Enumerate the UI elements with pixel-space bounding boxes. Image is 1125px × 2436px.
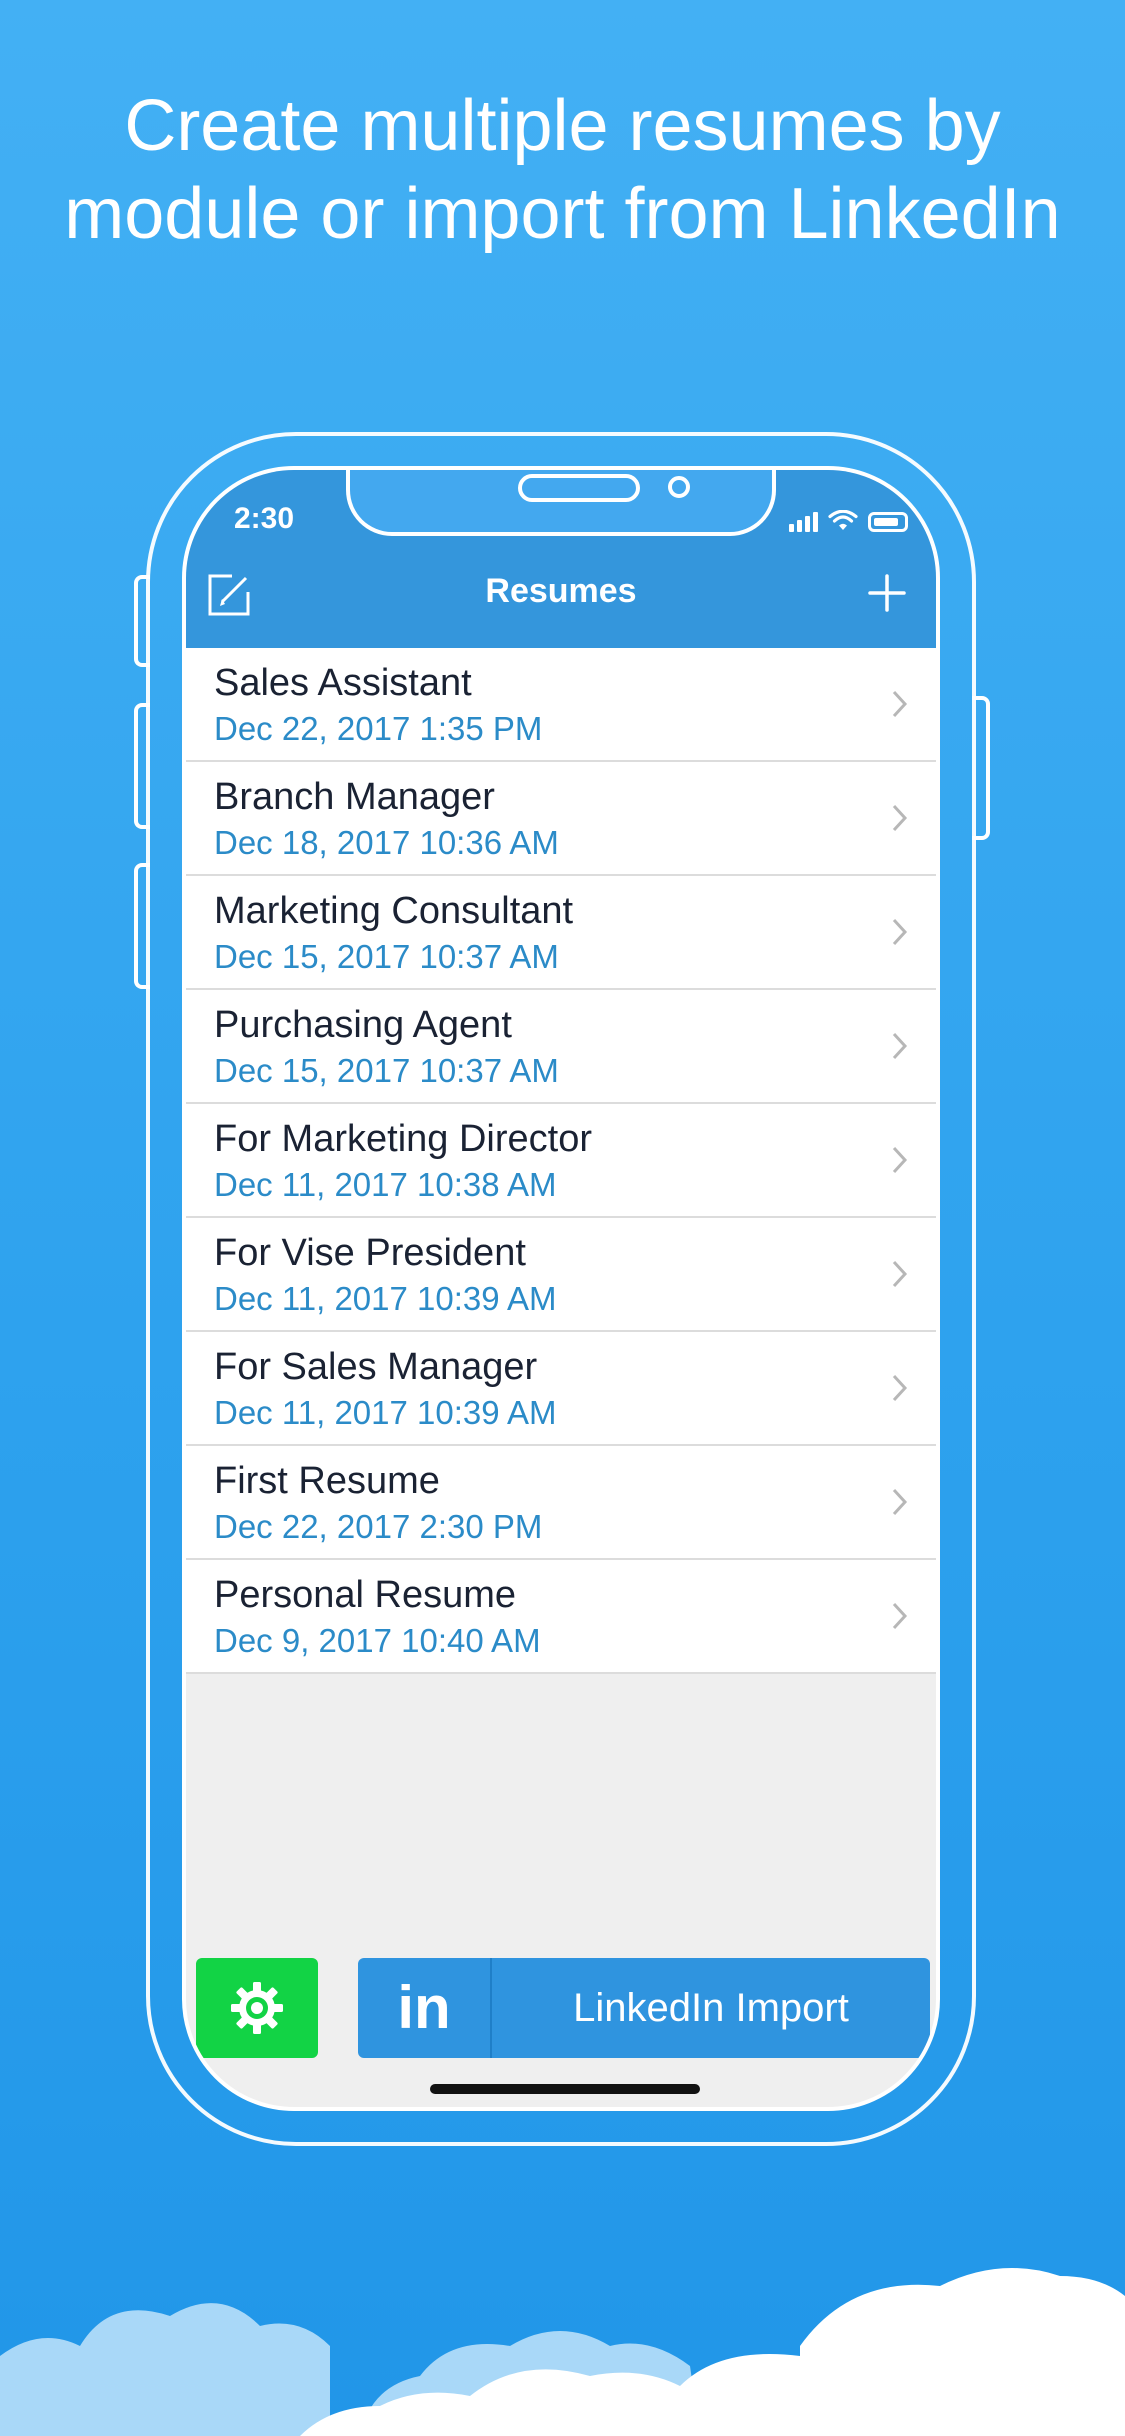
resume-title: For Vise President: [214, 1232, 526, 1274]
resume-date: Dec 11, 2017 10:39 AM: [214, 1280, 557, 1317]
resume-row[interactable]: Sales Assistant Dec 22, 2017 1:35 PM: [186, 648, 936, 762]
status-icons: [789, 506, 908, 532]
headline: Create multiple resumes by module or imp…: [0, 82, 1125, 258]
wifi-icon: [828, 510, 858, 530]
resume-row[interactable]: Personal Resume Dec 9, 2017 10:40 AM: [186, 1560, 936, 1674]
nav-bar: Resumes: [186, 540, 936, 648]
clouds-decoration: [0, 2268, 1125, 2436]
bottom-toolbar: in LinkedIn Import: [186, 1958, 936, 2062]
chevron-right-icon: [892, 1602, 908, 1630]
resume-date: Dec 18, 2017 10:36 AM: [214, 824, 559, 861]
resume-date: Dec 15, 2017 10:37 AM: [214, 938, 559, 975]
resume-date: Dec 9, 2017 10:40 AM: [214, 1622, 541, 1659]
resume-title: Purchasing Agent: [214, 1004, 512, 1046]
resume-row[interactable]: Marketing Consultant Dec 15, 2017 10:37 …: [186, 876, 936, 990]
resume-row[interactable]: For Marketing Director Dec 11, 2017 10:3…: [186, 1104, 936, 1218]
resume-row[interactable]: First Resume Dec 22, 2017 2:30 PM: [186, 1446, 936, 1560]
resume-date: Dec 11, 2017 10:39 AM: [214, 1394, 557, 1431]
resume-title: For Sales Manager: [214, 1346, 538, 1388]
linkedin-import-label: LinkedIn Import: [573, 1986, 849, 2030]
phone-volume-up: [134, 703, 150, 829]
resume-title: For Marketing Director: [214, 1118, 592, 1160]
chevron-right-icon: [892, 1260, 908, 1288]
chevron-right-icon: [892, 1146, 908, 1174]
resume-title: Personal Resume: [214, 1574, 517, 1616]
phone-screen: 2:30 Resumes Sales Assistant Dec 22, 201…: [182, 466, 940, 2111]
plus-icon[interactable]: [862, 568, 912, 618]
front-camera: [668, 476, 690, 498]
phone-mute-switch: [134, 575, 150, 667]
chevron-right-icon: [892, 918, 908, 946]
resume-row[interactable]: For Sales Manager Dec 11, 2017 10:39 AM: [186, 1332, 936, 1446]
status-bar: 2:30 Resumes: [186, 470, 936, 648]
resume-title: Branch Manager: [214, 776, 495, 818]
speaker-grille: [518, 474, 640, 502]
linkedin-logo-icon: in: [358, 1958, 492, 2058]
resume-row[interactable]: For Vise President Dec 11, 2017 10:39 AM: [186, 1218, 936, 1332]
chevron-right-icon: [892, 804, 908, 832]
headline-line-1: Create multiple resumes by: [124, 86, 1001, 166]
phone-power-button: [972, 696, 990, 840]
chevron-right-icon: [892, 1488, 908, 1516]
status-time: 2:30: [234, 502, 295, 535]
resume-title: First Resume: [214, 1460, 440, 1502]
chevron-right-icon: [892, 690, 908, 718]
chevron-right-icon: [892, 1032, 908, 1060]
resume-date: Dec 11, 2017 10:38 AM: [214, 1166, 557, 1203]
signal-icon: [789, 510, 818, 532]
resume-row[interactable]: Purchasing Agent Dec 15, 2017 10:37 AM: [186, 990, 936, 1104]
resume-row[interactable]: Branch Manager Dec 18, 2017 10:36 AM: [186, 762, 936, 876]
resume-date: Dec 22, 2017 2:30 PM: [214, 1508, 543, 1545]
home-indicator: [430, 2084, 700, 2094]
resume-title: Marketing Consultant: [214, 890, 574, 932]
phone-volume-down: [134, 863, 150, 989]
chevron-right-icon: [892, 1374, 908, 1402]
gear-icon: [231, 1982, 283, 2034]
resume-list: Sales Assistant Dec 22, 2017 1:35 PM Bra…: [186, 648, 936, 1674]
headline-line-2: module or import from LinkedIn: [64, 174, 1061, 254]
resume-title: Sales Assistant: [214, 662, 472, 704]
battery-icon: [868, 512, 908, 532]
settings-button[interactable]: [196, 1958, 318, 2058]
linkedin-import-button[interactable]: in LinkedIn Import: [358, 1958, 930, 2058]
resume-date: Dec 15, 2017 10:37 AM: [214, 1052, 559, 1089]
notch: [346, 470, 776, 536]
resume-date: Dec 22, 2017 1:35 PM: [214, 710, 543, 747]
nav-title: Resumes: [485, 572, 637, 610]
